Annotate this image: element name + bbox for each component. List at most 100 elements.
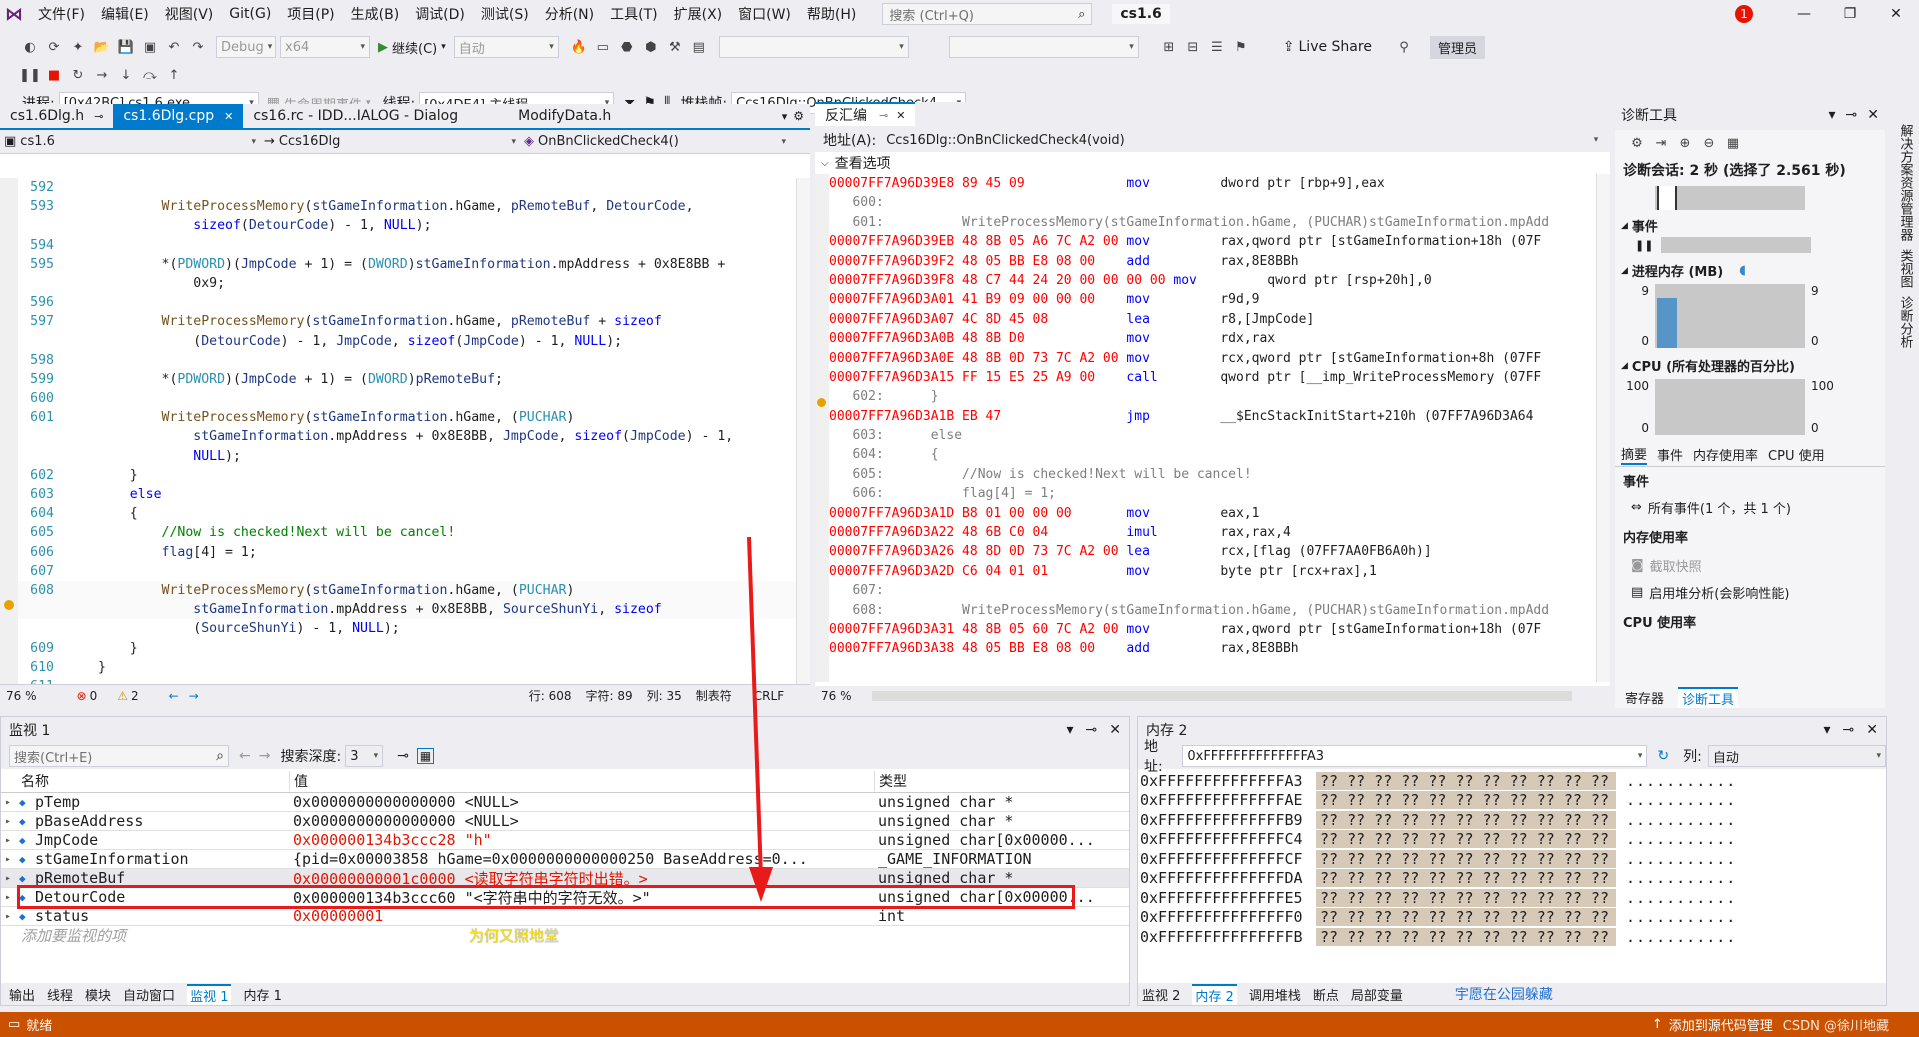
watch-bottom-tab-2[interactable]: 模块 xyxy=(85,985,111,1004)
watch-menu-icon[interactable]: ▾ xyxy=(1067,722,1074,738)
code-line[interactable]: 595 *(PDWORD)(JmpCode + 1) = (DWORD)stGa… xyxy=(18,255,796,274)
close-disasm-icon[interactable]: ✕ xyxy=(896,109,905,122)
pause-icon[interactable]: ❚❚ xyxy=(19,65,41,85)
disasm-lines[interactable]: 00007FF7A96D39E8 89 45 09 mov dword ptr … xyxy=(829,174,1596,659)
minimize-icon[interactable]: — xyxy=(1781,6,1827,22)
disasm-instruction[interactable]: 00007FF7A96D3A22 48 6B C0 04 imul rax,ra… xyxy=(829,523,1596,542)
code-lines[interactable]: 592 593 WriteProcessMemory(stGameInformat… xyxy=(18,178,796,684)
mem-close-icon[interactable]: ✕ xyxy=(1866,722,1878,738)
watch-fwd-icon[interactable]: → xyxy=(259,748,271,764)
diag-menu-icon[interactable]: ▾ xyxy=(1829,107,1836,123)
memory-bytes[interactable]: ?? ?? ?? ?? ?? ?? ?? ?? ?? ?? ?? xyxy=(1316,791,1616,810)
show-next-icon[interactable]: → xyxy=(92,65,112,85)
code-text[interactable] xyxy=(60,178,98,197)
expand-cpu-icon[interactable]: ◢ xyxy=(1621,361,1628,371)
forward-icon[interactable]: ⟳ xyxy=(44,37,64,57)
col-type-header[interactable]: 类型 xyxy=(874,770,1129,791)
continue-button[interactable]: ▶ 继续(C) ▾ xyxy=(378,38,446,57)
code-text[interactable]: WriteProcessMemory(stGameInformation.hGa… xyxy=(60,312,662,331)
code-line[interactable]: stGameInformation.mpAddress + 0x8E8BB, S… xyxy=(18,600,796,620)
close-icon[interactable]: ✕ xyxy=(1873,6,1919,22)
disasm-instruction[interactable]: 00007FF7A96D3A1D B8 01 00 00 00 mov eax,… xyxy=(829,504,1596,523)
expand-row-icon[interactable]: ▸ xyxy=(5,797,19,808)
code-text[interactable]: WriteProcessMemory(stGameInformation.hGa… xyxy=(60,408,575,427)
hot-reload-icon[interactable]: 🔥 xyxy=(569,37,589,57)
maximize-icon[interactable]: ❐ xyxy=(1827,6,1873,22)
editor-scrollbar[interactable] xyxy=(796,178,810,684)
disasm-instruction[interactable]: 00007FF7A96D3A0B 48 8B D0 mov rdx,rax xyxy=(829,329,1596,348)
zoom-out-icon[interactable]: ⊖ xyxy=(1699,133,1719,153)
code-line[interactable]: 609 } xyxy=(18,639,796,658)
close-tab-icon[interactable]: ✕ xyxy=(224,110,233,123)
watch-pin-icon[interactable]: ⊸ xyxy=(1086,722,1098,738)
memory-bottom-tab-0[interactable]: 监视 2 xyxy=(1142,985,1180,1004)
code-line[interactable]: 597 WriteProcessMemory(stGameInformation… xyxy=(18,312,796,331)
expand-row-icon[interactable]: ▸ xyxy=(5,816,19,827)
code-line[interactable]: sizeof(DetourCode) - 1, NULL); xyxy=(18,216,796,235)
code-line[interactable]: NULL); xyxy=(18,447,796,466)
disasm-instruction[interactable]: 00007FF7A96D3A31 48 8B 05 60 7C A2 00 mo… xyxy=(829,620,1596,639)
expand-row-icon[interactable]: ▸ xyxy=(5,835,19,846)
expand-row-icon[interactable]: ▸ xyxy=(5,873,19,884)
config-combo[interactable]: Debug ▾ xyxy=(216,36,276,58)
watch-bottom-tab-0[interactable]: 输出 xyxy=(9,985,35,1004)
menu-item-5[interactable]: 生成(B) xyxy=(351,4,400,24)
watch-search[interactable]: 搜索(Ctrl+E) ⌕ xyxy=(9,745,229,767)
code-text[interactable]: (SourceShunYi) - 1, NULL); xyxy=(60,619,399,638)
list-icon[interactable]: ☰ xyxy=(1207,37,1227,57)
code-text[interactable]: *(PDWORD)(JmpCode + 1) = (DWORD)stGameIn… xyxy=(60,255,726,274)
code-text[interactable]: *(PDWORD)(JmpCode + 1) = (DWORD)pRemoteB… xyxy=(60,370,503,389)
save-icon[interactable]: 💾 xyxy=(116,37,136,57)
disasm-source-line[interactable]: 603: else xyxy=(829,426,1596,445)
export-icon[interactable]: ⇥ xyxy=(1651,133,1671,153)
disasm-instruction[interactable]: 00007FF7A96D3A0E 48 8B 0D 73 7C A2 00 mo… xyxy=(829,349,1596,368)
all-events-link[interactable]: ⇔ 所有事件(1 个，共 1 个) xyxy=(1615,494,1885,521)
layout-icon[interactable]: ⊞ xyxy=(1159,37,1179,57)
code-line[interactable]: 594 xyxy=(18,236,796,255)
depth-combo[interactable]: 3 ▾ xyxy=(345,745,384,767)
code-line[interactable]: 608 WriteProcessMemory(stGameInformation… xyxy=(18,580,796,601)
nav-method-combo[interactable]: ◈ OnBnClickedCheck4() ▾ xyxy=(520,130,790,153)
memory-row[interactable]: 0xFFFFFFFFFFFFFFFB ?? ?? ?? ?? ?? ?? ?? ?… xyxy=(1138,927,1886,947)
search-box[interactable]: 搜索 (Ctrl+Q) ⌕ xyxy=(882,3,1093,25)
tab-disasm[interactable]: 反汇编 ⊸ ✕ xyxy=(815,102,916,126)
code-line[interactable]: 602 } xyxy=(18,466,796,485)
disasm-instruction[interactable]: 00007FF7A96D39F8 48 C7 44 24 20 00 00 00… xyxy=(829,271,1596,290)
view-options[interactable]: ⌵ 查看选项 xyxy=(815,152,1610,174)
code-text[interactable]: { xyxy=(60,504,138,523)
settings-icon[interactable]: ⚙ xyxy=(1627,133,1647,153)
code-line[interactable]: 603 else xyxy=(18,485,796,504)
menu-item-6[interactable]: 调试(D) xyxy=(415,4,465,24)
notification-badge[interactable]: 1 xyxy=(1735,5,1753,23)
expand-events-icon[interactable]: ◢ xyxy=(1621,221,1628,231)
align-icon[interactable]: ⊟ xyxy=(1183,37,1203,57)
mem-columns-combo[interactable]: 自动 ▾ xyxy=(1707,745,1886,767)
memory-bottom-tab-3[interactable]: 断点 xyxy=(1313,985,1339,1004)
menu-item-12[interactable]: 帮助(H) xyxy=(807,4,856,24)
expand-memory-icon[interactable]: ◢ xyxy=(1621,266,1628,276)
disasm-hscroll[interactable] xyxy=(871,691,1572,701)
menu-item-4[interactable]: 项目(P) xyxy=(287,4,334,24)
watch-back-icon[interactable]: ← xyxy=(239,748,251,764)
code-text[interactable] xyxy=(60,351,98,370)
code-text[interactable]: else xyxy=(60,485,162,504)
code-line[interactable]: 596 xyxy=(18,293,796,312)
memory-row[interactable]: 0xFFFFFFFFFFFFFFC4 ?? ?? ?? ?? ?? ?? ?? ?… xyxy=(1138,830,1886,850)
disasm-scrollbar[interactable] xyxy=(1596,174,1610,682)
back-icon[interactable]: ◐ xyxy=(20,37,40,57)
memory-bytes[interactable]: ?? ?? ?? ?? ?? ?? ?? ?? ?? ?? ?? xyxy=(1316,810,1616,829)
watch-bottom-tab-4[interactable]: 监视 1 xyxy=(187,983,232,1005)
memory-bytes[interactable]: ?? ?? ?? ?? ?? ?? ?? ?? ?? ?? ?? xyxy=(1316,869,1616,888)
disasm-source-line[interactable]: 602: } xyxy=(829,387,1596,406)
restart-icon[interactable]: ↻ xyxy=(68,65,88,85)
side-tab-1[interactable]: 类视图 xyxy=(1896,249,1915,288)
disasm-address-combo[interactable]: Ccs16Dlg::OnBnClickedCheck4(void) ▾ xyxy=(882,129,1603,151)
watch-row[interactable]: ▸ ◆ JmpCode 0x000000134b3ccc28 "h" unsigned … xyxy=(1,831,1129,850)
code-line[interactable]: 598 xyxy=(18,351,796,370)
tool-icon[interactable]: ⚒ xyxy=(665,37,685,57)
tab-editor-2[interactable]: cs16.rc - IDD...IALOG - Dialog xyxy=(243,104,468,128)
diag-tab-1[interactable]: 事件 xyxy=(1657,445,1683,464)
pin-icon[interactable]: ⊸ xyxy=(879,109,888,122)
watch-add-row[interactable]: 添加要监视的项 为何又照地堂 xyxy=(1,926,1129,945)
screen-icon[interactable]: ▭ xyxy=(593,37,613,57)
